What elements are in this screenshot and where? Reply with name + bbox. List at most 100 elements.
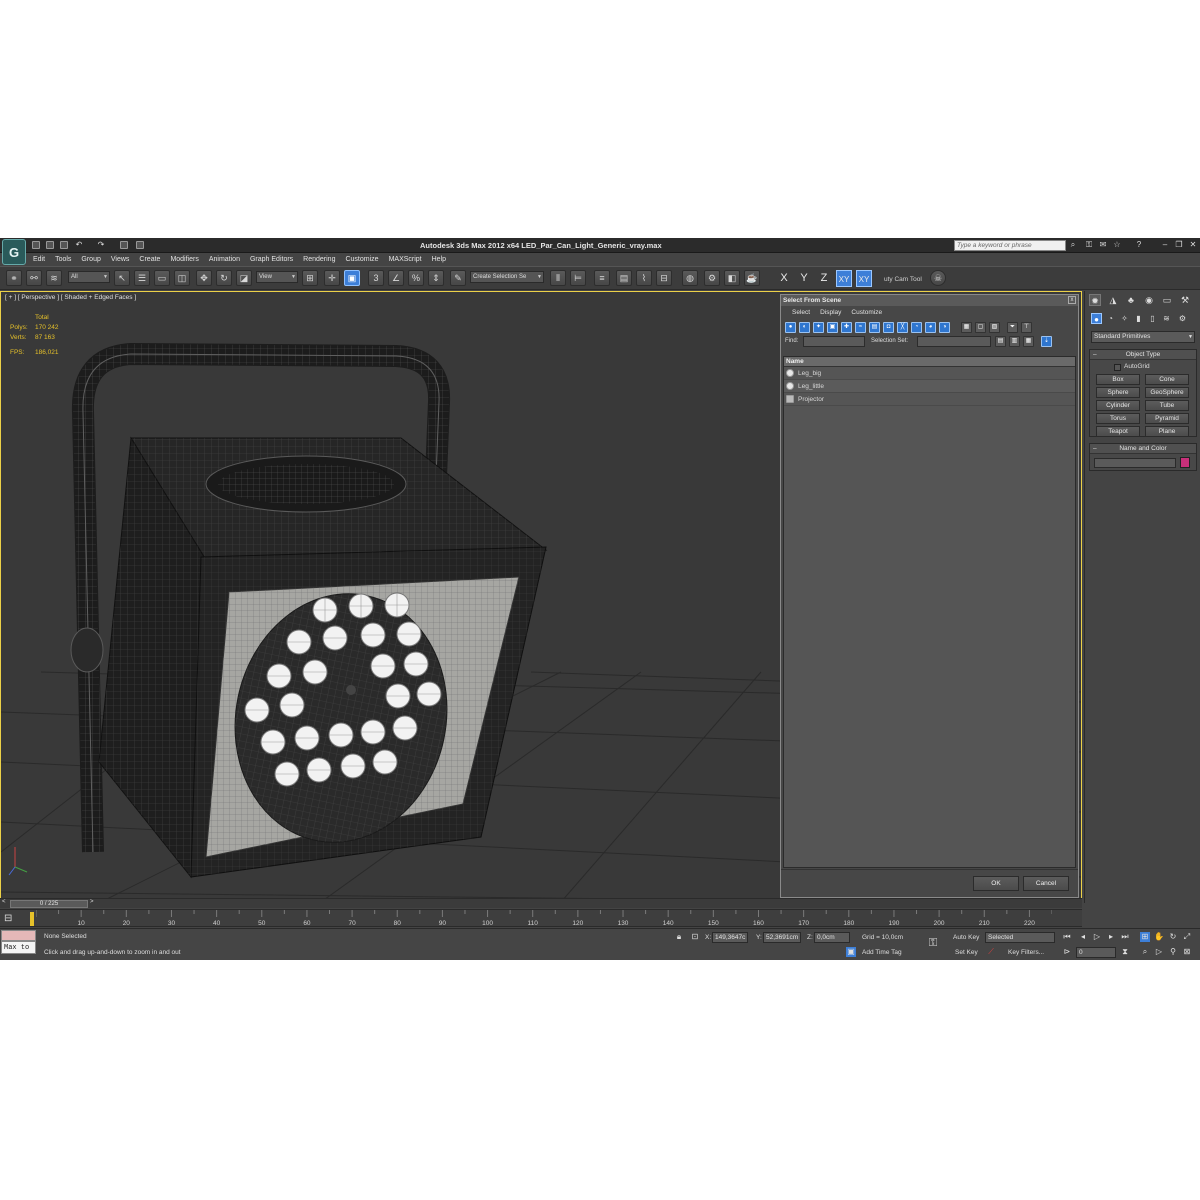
key-mode-icon[interactable]: ⚿ <box>928 938 938 949</box>
motion-tab-icon[interactable]: ◉ <box>1143 294 1155 306</box>
edit-named-selection-icon[interactable]: ✎ <box>450 270 466 286</box>
next-frame-button[interactable]: > <box>90 899 94 905</box>
current-frame-field[interactable]: 0 <box>1076 947 1116 958</box>
create-tab-icon[interactable]: ✹ <box>1089 294 1101 306</box>
keyboard-shortcut-override-icon[interactable]: ▣ <box>344 270 360 286</box>
subscription-icon[interactable]: ⚿ <box>1084 240 1094 250</box>
filter-spacewarps-icon[interactable]: ≈ <box>855 322 866 333</box>
object-name-input[interactable] <box>1094 458 1176 468</box>
save-file-icon[interactable] <box>60 241 68 249</box>
find-input[interactable] <box>803 336 865 347</box>
dialog-title[interactable]: Select From Scene <box>781 295 1078 306</box>
axis-y-button[interactable]: Y <box>796 270 812 287</box>
menu-help[interactable]: Help <box>427 254 451 266</box>
axis-xy-button[interactable]: XY <box>836 270 852 287</box>
tube-button[interactable]: Tube <box>1145 400 1189 411</box>
go-to-end-icon[interactable]: ⏭ <box>1120 932 1130 942</box>
track-bar[interactable]: ⊟ 10 20 30 40 50 60 70 80 90 100 110 120 130 140 150 16… <box>0 909 1082 927</box>
filter-bones-icon[interactable]: ╳ <box>897 322 908 333</box>
binoculars-icon[interactable]: ⌕ <box>1068 240 1078 250</box>
torus-button[interactable]: Torus <box>1096 413 1140 424</box>
y-coord-field[interactable]: 52,3691cm <box>763 932 801 943</box>
named-selection-sets-dropdown[interactable]: Create Selection Se <box>470 271 544 283</box>
lights-icon[interactable]: ✧ <box>1119 313 1130 324</box>
menu-create[interactable]: Create <box>134 254 165 266</box>
percent-snap-icon[interactable]: % <box>408 270 424 286</box>
object-color-swatch[interactable] <box>1180 457 1190 468</box>
dialog-menu-customize[interactable]: Customize <box>846 309 887 316</box>
selection-key-dropdown[interactable]: Selected <box>985 932 1055 943</box>
cone-button[interactable]: Cone <box>1145 374 1189 385</box>
render-production-icon[interactable]: ☕ <box>744 270 760 286</box>
auto-key-button[interactable]: Auto Key <box>953 934 979 941</box>
utility-tool-label[interactable]: uty Cam Tool <box>884 276 922 283</box>
redo-icon[interactable]: ↷ <box>96 240 106 250</box>
select-manipulate-icon[interactable]: ✛ <box>324 270 340 286</box>
link-icon[interactable]: ⚭ <box>6 270 22 286</box>
key-filters-button[interactable]: Key Filters... <box>1008 949 1044 956</box>
rotate-icon[interactable]: ↻ <box>216 270 232 286</box>
display-tab-icon[interactable]: ▭ <box>1161 294 1173 306</box>
snaps-toggle-icon[interactable]: 3 <box>368 270 384 286</box>
walkthrough-icon[interactable]: ⚲ <box>1168 947 1178 957</box>
teapot-button[interactable]: Teapot <box>1096 426 1140 437</box>
pyramid-button[interactable]: Pyramid <box>1145 413 1189 424</box>
help-icon[interactable]: ? <box>1134 240 1144 250</box>
geosphere-button[interactable]: GeoSphere <box>1145 387 1189 398</box>
mini-curve-editor-icon[interactable]: ⊟ <box>4 913 18 925</box>
key-mode-toggle-icon[interactable]: ⊳ <box>1062 947 1072 957</box>
min-max-toggle-icon[interactable]: ⊠ <box>1182 947 1192 957</box>
space-warps-icon[interactable]: ≋ <box>1161 313 1172 324</box>
select-object-icon[interactable]: ↖ <box>114 270 130 286</box>
communication-icon[interactable]: ✉ <box>1098 240 1108 250</box>
helpers-icon[interactable]: ▯ <box>1147 313 1158 324</box>
maxscript-mini-listener[interactable]: Max to <box>1 941 36 954</box>
move-icon[interactable]: ✥ <box>196 270 212 286</box>
pan-view-icon[interactable]: ✋ <box>1154 932 1164 942</box>
play-icon[interactable]: ▷ <box>1092 932 1102 942</box>
add-time-tag-button[interactable]: Add Time Tag <box>862 949 902 956</box>
geometry-icon[interactable]: ● <box>1091 313 1102 324</box>
set-keys-icon[interactable]: ⟋ <box>986 947 996 957</box>
filter-funnel-icon[interactable]: ⏷ <box>1007 322 1018 333</box>
ok-button[interactable]: OK <box>973 876 1019 891</box>
list-item[interactable]: Leg_big <box>784 367 1075 380</box>
minimize-icon[interactable]: – <box>1160 240 1170 250</box>
menu-customize[interactable]: Customize <box>340 254 383 266</box>
menu-animation[interactable]: Animation <box>204 254 245 266</box>
viewport-label[interactable]: [ + ] [ Perspective ] [ Shaded + Edged F… <box>5 294 136 301</box>
filter-lights-icon[interactable]: ✦ <box>813 322 824 333</box>
mirror-icon[interactable]: ⫴ <box>550 270 566 286</box>
rectangle-selection-icon[interactable]: ▭ <box>154 270 170 286</box>
angle-snap-icon[interactable]: ∠ <box>388 270 404 286</box>
filter-hidden-icon[interactable]: ◑ <box>939 322 950 333</box>
sphere-button[interactable]: Sphere <box>1096 387 1140 398</box>
schematic-view-icon[interactable]: ⊟ <box>656 270 672 286</box>
unlink-icon[interactable]: ⚯ <box>26 270 42 286</box>
list-item[interactable]: Projector <box>784 393 1075 406</box>
box-button[interactable]: Box <box>1096 374 1140 385</box>
shapes-icon[interactable]: ◔ <box>1105 313 1116 324</box>
time-slider[interactable]: 0 / 225 < > <box>0 898 1082 908</box>
hierarchy-tab-icon[interactable]: ♣ <box>1125 294 1137 306</box>
reference-coordinate-dropdown[interactable]: View <box>256 271 298 283</box>
filter-shapes-icon[interactable]: ◐ <box>799 322 810 333</box>
selection-filter-dropdown[interactable]: All <box>68 271 110 283</box>
autogrid-checkbox[interactable] <box>1114 364 1121 371</box>
select-by-name-icon[interactable]: ☰ <box>134 270 150 286</box>
axis-z-button[interactable]: Z <box>816 270 832 287</box>
systems-icon[interactable]: ⚙ <box>1177 313 1188 324</box>
menu-graph-editors[interactable]: Graph Editors <box>245 254 298 266</box>
cylinder-button[interactable]: Cylinder <box>1096 400 1140 411</box>
primitive-category-dropdown[interactable]: Standard Primitives <box>1091 331 1195 343</box>
project-folder-icon[interactable] <box>120 241 128 249</box>
menu-modifiers[interactable]: Modifiers <box>165 254 203 266</box>
curve-editor-icon[interactable]: ⌇ <box>636 270 652 286</box>
dialog-menu-select[interactable]: Select <box>787 309 815 316</box>
skull-icon[interactable]: ☠ <box>930 270 946 286</box>
z-coord-field[interactable]: 0,0cm <box>814 932 850 943</box>
material-editor-icon[interactable]: ◍ <box>682 270 698 286</box>
render-setup-icon[interactable]: ⚙ <box>704 270 720 286</box>
maximize-viewport-icon[interactable]: ⤢ <box>1182 932 1192 942</box>
object-type-header[interactable]: Object Type <box>1090 350 1196 360</box>
